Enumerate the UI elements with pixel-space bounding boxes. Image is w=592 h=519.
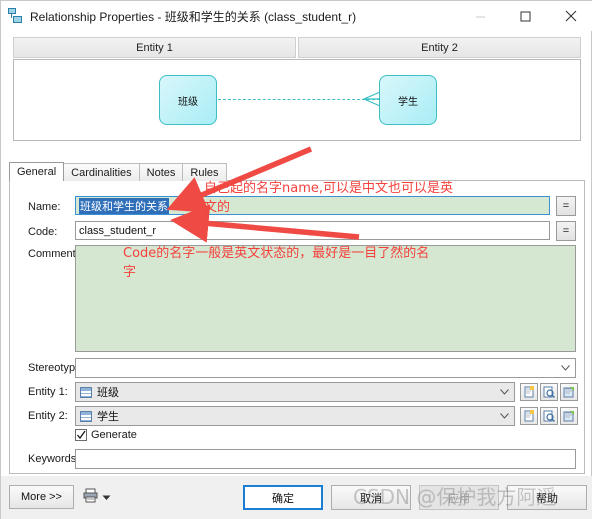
general-tab-panel: Name: 班级和学生的关系 = Code: class_student_r =… xyxy=(9,180,585,474)
table-icon xyxy=(80,411,92,422)
window-controls xyxy=(458,1,592,31)
relationship-diagram-preview: 班级 学生 xyxy=(13,59,581,141)
tab-general[interactable]: General xyxy=(9,162,64,181)
help-button[interactable]: 帮助 xyxy=(507,485,587,510)
keywords-label: Keywords: xyxy=(28,453,79,465)
title-bar: Relationship Properties - 班级和学生的关系 (clas… xyxy=(1,1,592,31)
diagram-entity2-label: 学生 xyxy=(398,93,418,108)
entity1-header: Entity 1 xyxy=(13,37,296,58)
entity1-select[interactable]: 班级 xyxy=(75,382,515,402)
code-input-value: class_student_r xyxy=(79,225,156,237)
tab-cardinalities[interactable]: Cardinalities xyxy=(63,163,140,181)
name-label: Name: xyxy=(28,201,60,213)
table-icon xyxy=(80,387,92,398)
relationship-icon xyxy=(8,8,24,24)
ok-button[interactable]: 确定 xyxy=(243,485,323,510)
entity1-properties-icon[interactable] xyxy=(540,383,558,401)
window-title: Relationship Properties - 班级和学生的关系 (clas… xyxy=(30,8,356,25)
chevron-down-icon xyxy=(500,407,509,425)
code-equals-button[interactable]: = xyxy=(556,221,576,241)
diagram-entity1-label: 班级 xyxy=(178,93,198,108)
entity1-label: Entity 1: xyxy=(28,386,68,398)
relationship-properties-window: Relationship Properties - 班级和学生的关系 (clas… xyxy=(0,0,592,519)
entity2-add-icon[interactable] xyxy=(560,407,578,425)
entity2-properties-icon[interactable] xyxy=(540,407,558,425)
keywords-input[interactable] xyxy=(75,449,576,469)
close-button[interactable] xyxy=(548,1,592,31)
comment-label: Comment: xyxy=(28,248,79,260)
entity1-new-icon[interactable] xyxy=(520,383,538,401)
stereotype-select[interactable] xyxy=(75,358,576,378)
name-input-value: 班级和学生的关系 xyxy=(79,198,169,214)
apply-button: 应用 xyxy=(419,485,499,510)
entity1-value: 班级 xyxy=(97,384,119,400)
dialog-footer: More >> 确定 取消 应用 帮助 xyxy=(1,476,592,519)
relationship-dashed-line xyxy=(218,99,380,100)
more-button[interactable]: More >> xyxy=(9,485,74,509)
diagram-entity2-box: 学生 xyxy=(379,75,437,125)
entity2-header: Entity 2 xyxy=(298,37,581,58)
code-label: Code: xyxy=(28,226,57,238)
print-dropdown-chevron-icon[interactable] xyxy=(102,492,111,504)
minimize-button[interactable] xyxy=(458,1,503,31)
entity2-value: 学生 xyxy=(97,408,119,424)
generate-label: Generate xyxy=(91,429,137,441)
maximize-button[interactable] xyxy=(503,1,548,31)
code-input[interactable]: class_student_r xyxy=(75,221,550,240)
name-input[interactable]: 班级和学生的关系 xyxy=(75,196,550,215)
name-equals-button[interactable]: = xyxy=(556,196,576,216)
tab-rules[interactable]: Rules xyxy=(182,163,226,181)
entity2-select[interactable]: 学生 xyxy=(75,406,515,426)
tab-bar: General Cardinalities Notes Rules xyxy=(9,162,226,181)
chevron-down-icon xyxy=(500,383,509,401)
diagram-entity1-box: 班级 xyxy=(159,75,217,125)
entity-header-strip: Entity 1 Entity 2 xyxy=(13,37,581,58)
comment-textarea[interactable] xyxy=(75,245,576,352)
entity1-add-icon[interactable] xyxy=(560,383,578,401)
entity2-label: Entity 2: xyxy=(28,410,68,422)
generate-checkbox-row[interactable]: Generate xyxy=(75,429,137,441)
tab-notes[interactable]: Notes xyxy=(139,163,184,181)
printer-icon[interactable] xyxy=(83,488,98,506)
entity2-new-icon[interactable] xyxy=(520,407,538,425)
chevron-down-icon xyxy=(561,359,570,377)
cancel-button[interactable]: 取消 xyxy=(331,485,411,510)
generate-checkbox[interactable] xyxy=(75,429,87,441)
